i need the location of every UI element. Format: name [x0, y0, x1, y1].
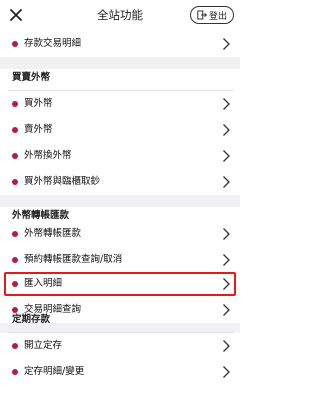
bullet-dot: [12, 257, 18, 263]
menu-item-label: 買外幣與臨櫃取鈔: [24, 176, 101, 187]
menu-item-label: 預約轉帳匯款查詢/取消: [24, 254, 123, 265]
menu-item-deposit-transactions[interactable]: 存款交易明細: [0, 31, 240, 57]
chevron-right-icon: [223, 304, 230, 316]
menu-item-label: 買外幣: [24, 98, 53, 109]
chevron-right-icon: [223, 98, 230, 110]
bullet-dot: [12, 41, 18, 47]
bullet-dot: [12, 179, 18, 185]
logout-label: 登出: [208, 11, 227, 22]
chevron-right-icon: [223, 228, 230, 240]
bullet-dot: [12, 127, 18, 133]
highlight-box: [4, 272, 236, 296]
menu-item-fx-exchange[interactable]: 外幣換外幣: [0, 143, 240, 169]
bullet-dot: [12, 369, 18, 375]
bullet-dot: [12, 153, 18, 159]
chevron-right-icon: [223, 150, 230, 162]
section-title-time-deposit: 定期存款: [12, 314, 51, 325]
menu-item-label: 定存明細/變更: [24, 366, 85, 377]
menu-item-label: 外幣轉帳匯款: [24, 228, 82, 239]
chevron-right-icon: [223, 176, 230, 188]
chevron-right-icon: [223, 254, 230, 266]
menu-item-sell-fx[interactable]: 賣外幣: [0, 117, 240, 143]
chevron-right-icon: [223, 38, 230, 50]
bullet-dot: [12, 101, 18, 107]
menu-item-buy-fx[interactable]: 買外幣: [0, 91, 240, 117]
menu-item-label: 開立定存: [24, 340, 63, 351]
menu-item-buy-fx-cash-pickup[interactable]: 買外幣與臨櫃取鈔: [0, 169, 240, 195]
chevron-right-icon: [223, 366, 230, 378]
menu-item-time-deposit-details[interactable]: 定存明細/變更: [0, 359, 240, 385]
menu-item-label: 存款交易明細: [24, 38, 82, 49]
header-bar: 全站功能 登出: [0, 0, 240, 30]
menu-item-label: 外幣換外幣: [24, 150, 72, 161]
section-title-fx-trading: 買賣外幣: [12, 72, 51, 83]
menu-item-label: 賣外幣: [24, 124, 53, 135]
chevron-right-icon: [223, 340, 230, 352]
section-gap: [0, 57, 240, 69]
logout-button[interactable]: 登出: [190, 6, 234, 24]
menu-item-open-time-deposit[interactable]: 開立定存: [0, 333, 240, 359]
section-gap: [0, 195, 240, 207]
menu-item-fx-transfer[interactable]: 外幣轉帳匯款: [0, 221, 240, 247]
logout-icon: [197, 10, 207, 20]
chevron-right-icon: [223, 124, 230, 136]
bullet-dot: [12, 231, 18, 237]
bullet-dot: [12, 343, 18, 349]
menu-item-scheduled-transfer[interactable]: 預約轉帳匯款查詢/取消: [0, 247, 240, 273]
